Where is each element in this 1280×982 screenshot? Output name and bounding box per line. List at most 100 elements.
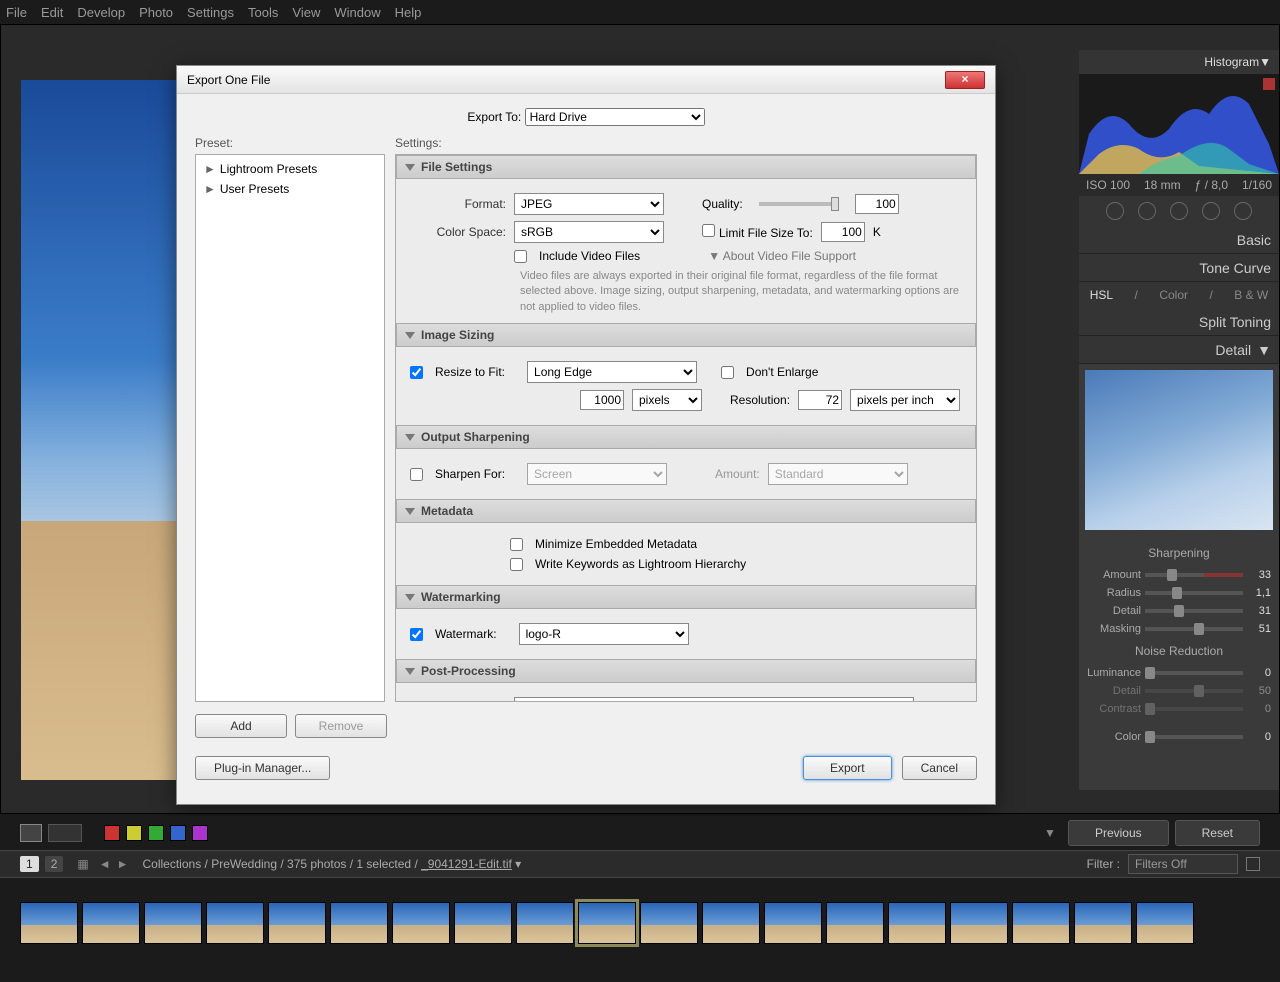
add-preset-button[interactable]: Add — [195, 714, 287, 738]
spot-tool-icon[interactable] — [1138, 202, 1156, 220]
size-input[interactable] — [580, 390, 624, 410]
prev-arrow-icon[interactable]: ◄ — [99, 857, 111, 871]
clipping-warning-icon[interactable] — [1263, 78, 1275, 90]
thumb-2[interactable] — [82, 902, 140, 944]
slider-radius-value[interactable]: 1,1 — [1247, 587, 1271, 599]
thumb-19[interactable] — [1136, 902, 1194, 944]
slider-masking-value[interactable]: 51 — [1247, 623, 1271, 635]
brush-tool-icon[interactable] — [1234, 202, 1252, 220]
label-yellow[interactable] — [126, 825, 142, 841]
next-arrow-icon[interactable]: ► — [117, 857, 129, 871]
thumb-7[interactable] — [392, 902, 450, 944]
preset-lightroom[interactable]: ►Lightroom Presets — [200, 159, 380, 179]
lock-icon[interactable] — [1246, 857, 1260, 871]
resize-fit-checkbox[interactable] — [410, 366, 423, 379]
dropdown-arrow-icon[interactable]: ▼ — [1044, 826, 1062, 840]
menu-tools[interactable]: Tools — [248, 5, 278, 20]
colorspace-select[interactable]: sRGB — [514, 221, 664, 243]
watermark-select[interactable]: logo-R — [519, 623, 689, 645]
section-post-processing[interactable]: Post-Processing — [396, 659, 976, 683]
section-metadata[interactable]: Metadata — [396, 499, 976, 523]
tab-hsl[interactable]: HSL — [1090, 288, 1113, 302]
about-video-link[interactable]: About Video File Support — [723, 249, 856, 263]
section-output-sharpening[interactable]: Output Sharpening — [396, 425, 976, 449]
section-image-sizing[interactable]: Image Sizing — [396, 323, 976, 347]
menu-settings[interactable]: Settings — [187, 5, 234, 20]
remove-preset-button[interactable]: Remove — [295, 714, 387, 738]
menu-view[interactable]: View — [292, 5, 320, 20]
grid-icon[interactable]: ▦ — [77, 857, 88, 871]
dialog-titlebar[interactable]: Export One File × — [177, 66, 995, 94]
quality-slider[interactable] — [759, 202, 839, 206]
menu-edit[interactable]: Edit — [41, 5, 63, 20]
slider-color[interactable] — [1145, 735, 1243, 739]
thumb-17[interactable] — [1012, 902, 1070, 944]
thumb-11[interactable] — [640, 902, 698, 944]
filmstrip[interactable] — [0, 878, 1280, 968]
label-green[interactable] — [148, 825, 164, 841]
size-unit-select[interactable]: pixels — [632, 389, 702, 411]
view-mode-icon[interactable] — [20, 824, 42, 842]
limit-filesize-input[interactable] — [821, 222, 865, 242]
menu-photo[interactable]: Photo — [139, 5, 173, 20]
menu-window[interactable]: Window — [334, 5, 380, 20]
histogram-header[interactable]: Histogram ▼ — [1079, 50, 1279, 74]
thumb-16[interactable] — [950, 902, 1008, 944]
section-watermarking[interactable]: Watermarking — [396, 585, 976, 609]
slider-amount-value[interactable]: 33 — [1247, 569, 1271, 581]
thumb-5[interactable] — [268, 902, 326, 944]
thumb-3[interactable] — [144, 902, 202, 944]
slider-detail[interactable] — [1145, 609, 1243, 613]
label-purple[interactable] — [192, 825, 208, 841]
slider-amount[interactable] — [1145, 573, 1243, 577]
resize-fit-select[interactable]: Long Edge — [527, 361, 697, 383]
menu-file[interactable]: File — [6, 5, 27, 20]
crop-tool-icon[interactable] — [1106, 202, 1124, 220]
close-icon[interactable]: × — [945, 71, 985, 89]
label-red[interactable] — [104, 825, 120, 841]
include-video-checkbox[interactable] — [514, 250, 527, 263]
label-blue[interactable] — [170, 825, 186, 841]
slider-masking[interactable] — [1145, 627, 1243, 631]
detail-preview[interactable] — [1085, 370, 1273, 530]
grid-index-2[interactable]: 2 — [45, 856, 64, 872]
slider-detail-value[interactable]: 31 — [1247, 605, 1271, 617]
panel-tonecurve[interactable]: Tone Curve — [1079, 254, 1279, 282]
settings-scroll[interactable]: File Settings Format: JPEG Quality: Colo… — [395, 154, 977, 702]
after-export-select[interactable]: Do nothing — [514, 697, 914, 702]
slider-radius[interactable] — [1145, 591, 1243, 595]
slider-luminance-value[interactable]: 0 — [1247, 667, 1271, 679]
resolution-unit-select[interactable]: pixels per inch — [850, 389, 960, 411]
thumb-9[interactable] — [516, 902, 574, 944]
filter-select[interactable]: Filters Off — [1128, 854, 1238, 874]
tab-color[interactable]: Color — [1159, 288, 1188, 302]
thumb-8[interactable] — [454, 902, 512, 944]
grid-index-1[interactable]: 1 — [20, 856, 39, 872]
format-select[interactable]: JPEG — [514, 193, 664, 215]
breadcrumb[interactable]: Collections / PreWedding / 375 photos / … — [143, 857, 522, 871]
compare-mode-icon[interactable] — [48, 824, 82, 842]
export-to-select[interactable]: Hard Drive — [525, 108, 705, 126]
panel-detail[interactable]: Detail▼ — [1079, 336, 1279, 364]
reset-button[interactable]: Reset — [1175, 820, 1260, 846]
minimize-meta-checkbox[interactable] — [510, 538, 523, 551]
watermark-checkbox[interactable] — [410, 628, 423, 641]
thumb-18[interactable] — [1074, 902, 1132, 944]
preset-list[interactable]: ►Lightroom Presets ►User Presets — [195, 154, 385, 702]
thumb-1[interactable] — [20, 902, 78, 944]
menu-help[interactable]: Help — [395, 5, 422, 20]
panel-basic[interactable]: Basic — [1079, 226, 1279, 254]
preset-user[interactable]: ►User Presets — [200, 179, 380, 199]
slider-color-value[interactable]: 0 — [1247, 731, 1271, 743]
section-file-settings[interactable]: File Settings — [396, 155, 976, 179]
gradient-tool-icon[interactable] — [1202, 202, 1220, 220]
tab-bw[interactable]: B & W — [1234, 288, 1268, 302]
limit-filesize-checkbox[interactable] — [702, 224, 715, 237]
previous-button[interactable]: Previous — [1068, 820, 1169, 846]
plugin-manager-button[interactable]: Plug-in Manager... — [195, 756, 330, 780]
dont-enlarge-checkbox[interactable] — [721, 366, 734, 379]
thumb-15[interactable] — [888, 902, 946, 944]
write-keywords-checkbox[interactable] — [510, 558, 523, 571]
cancel-button[interactable]: Cancel — [902, 756, 977, 780]
menu-develop[interactable]: Develop — [77, 5, 125, 20]
